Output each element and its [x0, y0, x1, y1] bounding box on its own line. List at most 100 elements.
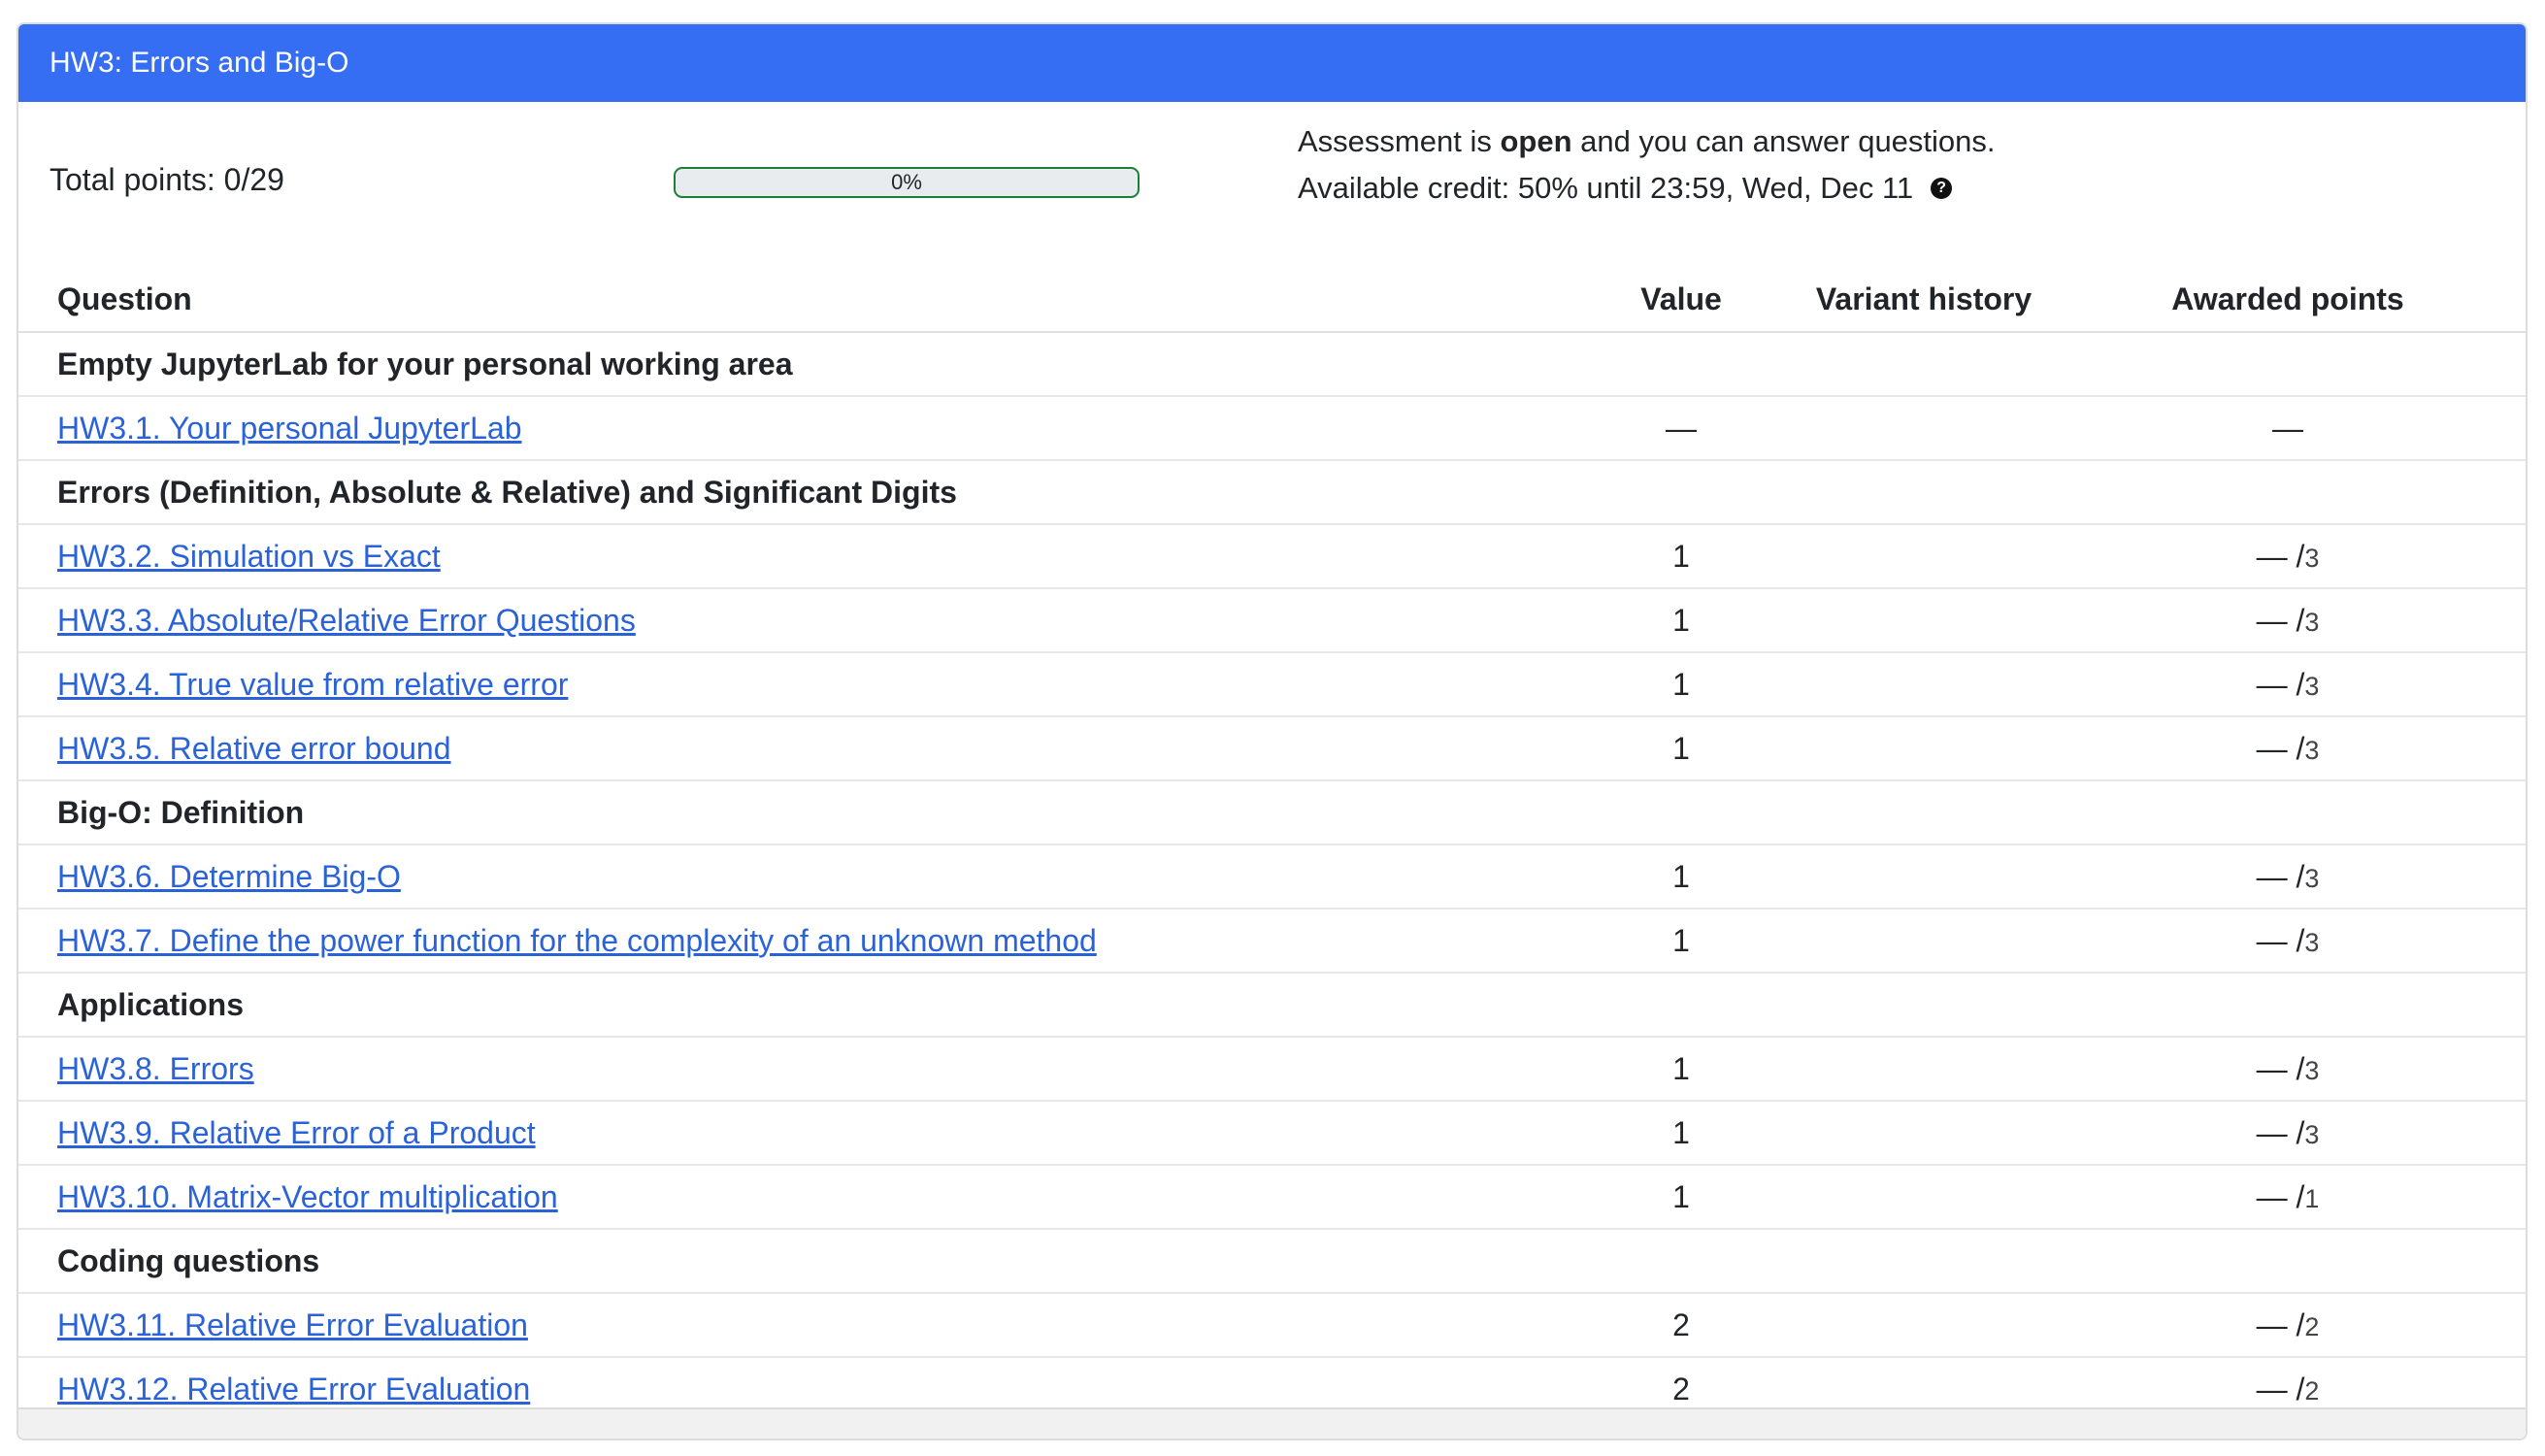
question-row: HW3.4. True value from relative error 1 — … [18, 652, 2526, 717]
question-row: HW3.3. Absolute/Relative Error Questions… [18, 588, 2526, 653]
awarded-value: — / [2256, 858, 2305, 894]
header-awarded-points: Awarded points [2050, 267, 2526, 333]
question-value: 1 [1565, 909, 1798, 974]
question-value: 1 [1565, 716, 1798, 781]
variant-history [1798, 716, 2050, 781]
question-value: 1 [1565, 524, 1798, 589]
question-link[interactable]: HW3.7. Define the power function for the… [57, 923, 1097, 958]
awarded-points: — /3 [2050, 652, 2526, 717]
section-header-row: Big-O: Definition [18, 780, 2526, 845]
awarded-points: — /3 [2050, 588, 2526, 653]
awarded-points: — /2 [2050, 1293, 2526, 1358]
question-row: HW3.10. Matrix-Vector multiplication 1— /… [18, 1165, 2526, 1230]
awarded-points: — [2050, 396, 2526, 461]
question-row: HW3.11. Relative Error Evaluation 2— /2 [18, 1293, 2526, 1358]
question-row: HW3.1. Your personal JupyterLab — — [18, 396, 2526, 461]
question-link[interactable]: HW3.5. Relative error bound [57, 731, 451, 766]
section-header-row: Coding questions [18, 1229, 2526, 1294]
question-value: 1 [1565, 1101, 1798, 1166]
question-link[interactable]: HW3.3. Absolute/Relative Error Questions [57, 603, 636, 638]
question-cell: HW3.4. True value from relative error [18, 652, 1565, 717]
question-value: 1 [1565, 588, 1798, 653]
awarded-value: — / [2256, 666, 2305, 702]
max-points: 1 [2304, 1183, 2320, 1213]
question-link[interactable]: HW3.4. True value from relative error [57, 667, 568, 702]
total-points: Total points: 0/29 [50, 162, 284, 197]
awarded-value: — / [2256, 602, 2305, 638]
progress-bar: 0% [674, 167, 1140, 198]
awarded-value: — / [2256, 1178, 2305, 1214]
awarded-value: — / [2256, 730, 2305, 766]
question-value: 1 [1565, 844, 1798, 910]
question-link[interactable]: HW3.1. Your personal JupyterLab [57, 411, 522, 446]
variant-history [1798, 1165, 2050, 1230]
available-credit: Available credit: 50% until 23:59, Wed, … [1298, 171, 1914, 205]
question-link[interactable]: HW3.11. Relative Error Evaluation [57, 1307, 528, 1342]
variant-history [1798, 652, 2050, 717]
awarded-points: — /3 [2050, 1101, 2526, 1166]
question-link[interactable]: HW3.9. Relative Error of a Product [57, 1115, 536, 1150]
card-header: HW3: Errors and Big-O [18, 24, 2526, 102]
variant-history [1798, 1037, 2050, 1102]
max-points: 2 [2304, 1375, 2320, 1406]
assessment-title: HW3: Errors and Big-O [50, 47, 349, 79]
variant-history [1798, 588, 2050, 653]
question-link[interactable]: HW3.6. Determine Big-O [57, 859, 401, 894]
max-points: 3 [2304, 1119, 2320, 1149]
question-link[interactable]: HW3.12. Relative Error Evaluation [57, 1372, 530, 1406]
status-suffix: and you can answer questions. [1571, 124, 1996, 158]
questions-table: Question Value Variant history Awarded p… [18, 267, 2526, 1422]
header-question: Question [18, 267, 1565, 333]
question-help-icon[interactable]: ? [1931, 177, 1953, 199]
question-row: HW3.9. Relative Error of a Product 1 — /3 [18, 1101, 2526, 1166]
awarded-value: — / [2256, 922, 2305, 958]
question-cell: HW3.5. Relative error bound [18, 716, 1565, 781]
question-link[interactable]: HW3.8. Errors [57, 1051, 254, 1086]
question-value: 1 [1565, 652, 1798, 717]
max-points: 3 [2304, 735, 2320, 765]
question-cell: HW3.1. Your personal JupyterLab [18, 396, 1565, 461]
section-title: Empty JupyterLab for your personal worki… [18, 332, 2526, 397]
awarded-value: — / [2256, 1307, 2305, 1342]
question-cell: HW3.8. Errors [18, 1037, 1565, 1102]
max-points: 3 [2304, 543, 2320, 573]
question-cell: HW3.10. Matrix-Vector multiplication [18, 1165, 1565, 1230]
question-value: 2 [1565, 1293, 1798, 1358]
awarded-points: — /3 [2050, 1037, 2526, 1102]
variant-history [1798, 909, 2050, 974]
max-points: 3 [2304, 1055, 2320, 1085]
section-header-row: Empty JupyterLab for your personal worki… [18, 332, 2526, 397]
assessment-card: HW3: Errors and Big-O Total points: 0/29… [17, 22, 2528, 1440]
credit-line: Available credit: 50% until 23:59, Wed, … [1298, 165, 1996, 212]
variant-history [1798, 524, 2050, 589]
question-cell: HW3.3. Absolute/Relative Error Questions [18, 588, 1565, 653]
table-header-row: Question Value Variant history Awarded p… [18, 267, 2526, 333]
section-title: Big-O: Definition [18, 780, 2526, 845]
question-row: HW3.6. Determine Big-O 1 — /3 [18, 844, 2526, 910]
question-cell: HW3.11. Relative Error Evaluation [18, 1293, 1565, 1358]
question-cell: HW3.6. Determine Big-O [18, 844, 1565, 910]
section-title: Coding questions [18, 1229, 2526, 1294]
awarded-points: — /3 [2050, 909, 2526, 974]
question-value: — [1565, 396, 1798, 461]
max-points: 3 [2304, 607, 2320, 637]
awarded-points: — /1 [2050, 1165, 2526, 1230]
variant-history [1798, 1101, 2050, 1166]
awarded-value: — / [2256, 1114, 2305, 1150]
max-points: 2 [2304, 1311, 2320, 1341]
section-title: Errors (Definition, Absolute & Relative)… [18, 460, 2526, 525]
variant-history [1798, 396, 2050, 461]
question-cell: HW3.2. Simulation vs Exact [18, 524, 1565, 589]
assessment-status: Assessment is open and you can answer qu… [1298, 118, 1996, 212]
max-points: 3 [2304, 863, 2320, 893]
question-cell: HW3.9. Relative Error of a Product [18, 1101, 1565, 1166]
card-footer [18, 1407, 2526, 1439]
header-value: Value [1565, 267, 1798, 333]
awarded-value: — / [2256, 1371, 2305, 1406]
question-link[interactable]: HW3.10. Matrix-Vector multiplication [57, 1179, 558, 1214]
question-link[interactable]: HW3.2. Simulation vs Exact [57, 539, 441, 574]
awarded-points: — /3 [2050, 524, 2526, 589]
max-points: 3 [2304, 927, 2320, 957]
status-prefix: Assessment is [1298, 124, 1501, 158]
awarded-value: — [2272, 410, 2303, 446]
